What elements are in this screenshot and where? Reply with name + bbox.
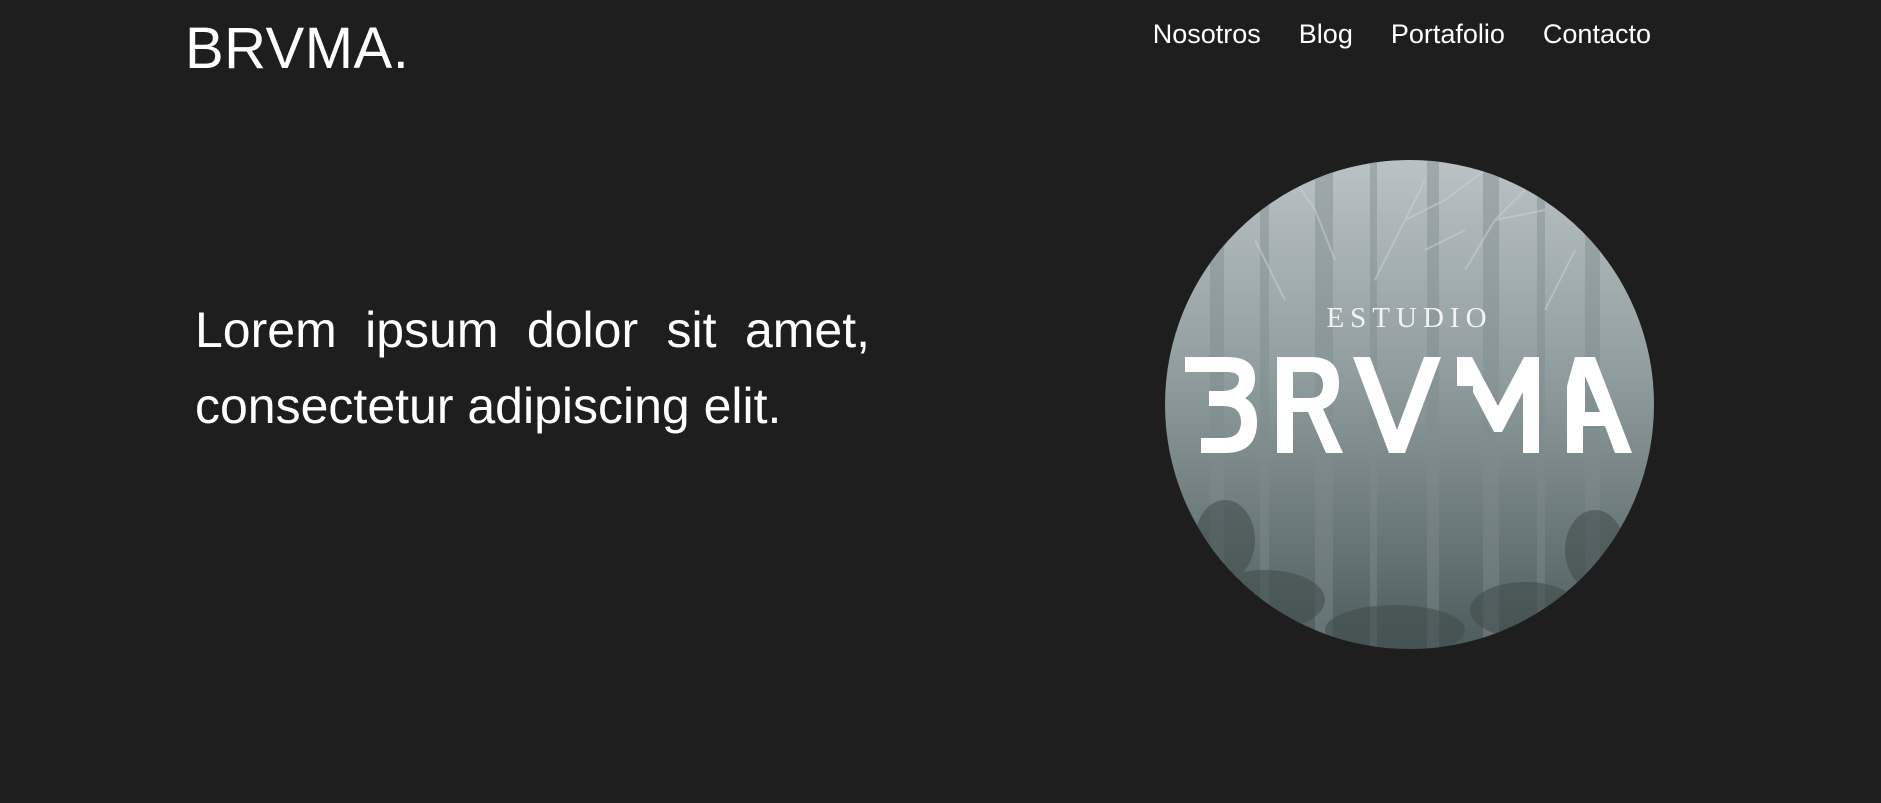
nav-item-nosotros[interactable]: Nosotros bbox=[1153, 19, 1261, 50]
hero-logo-image: ESTUDIO bbox=[1165, 160, 1654, 649]
nav-item-contacto[interactable]: Contacto bbox=[1543, 19, 1651, 50]
site-logo[interactable]: BRVMA. bbox=[185, 14, 409, 84]
nav-item-portafolio[interactable]: Portafolio bbox=[1391, 19, 1505, 50]
estudio-brvma-emblem: ESTUDIO bbox=[1165, 160, 1654, 649]
emblem-subtitle: ESTUDIO bbox=[1326, 302, 1492, 334]
main-nav: Nosotros Blog Portafolio Contacto bbox=[1153, 14, 1651, 54]
hero-text: Lorem ipsum dolor sit amet, consectetur … bbox=[195, 302, 870, 434]
page: BRVMA. Nosotros Blog Portafolio Contacto… bbox=[0, 0, 1881, 803]
nav-item-blog[interactable]: Blog bbox=[1299, 19, 1353, 50]
